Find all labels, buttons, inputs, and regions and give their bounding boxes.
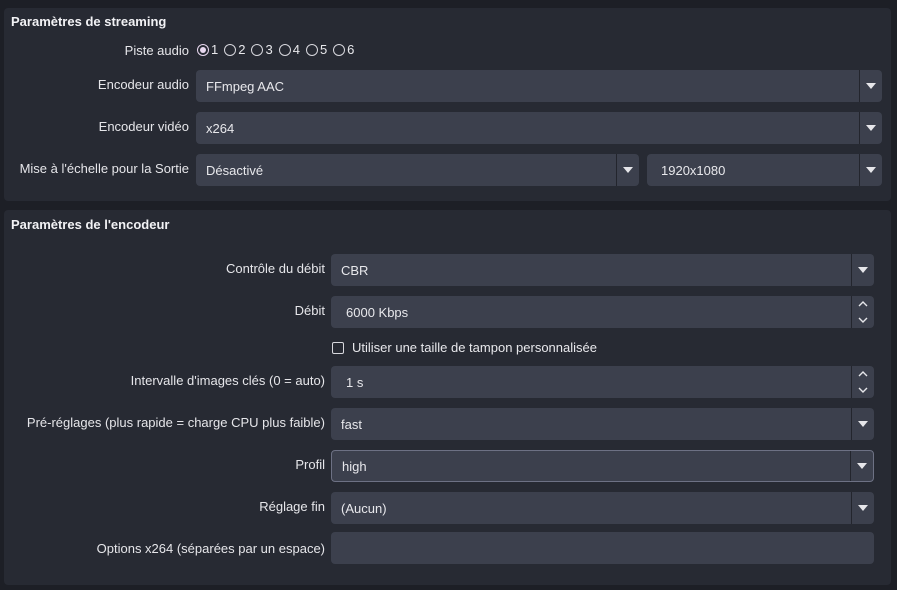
rescale-select[interactable]: Désactivé [196, 154, 639, 186]
audio-track-radio-1[interactable]: 1 [197, 42, 218, 57]
chevron-up-icon[interactable] [852, 366, 874, 382]
radio-unchecked-icon [305, 43, 318, 56]
chevron-down-icon[interactable] [852, 382, 874, 398]
chevron-down-icon[interactable] [852, 312, 874, 328]
preset-value: fast [341, 416, 362, 432]
radio-unchecked-icon [251, 43, 264, 56]
rescale-label: Mise à l'échelle pour la Sortie [19, 161, 189, 176]
bitrate-spinbox[interactable]: 6000 Kbps [331, 296, 874, 328]
chevron-down-icon[interactable] [616, 154, 639, 186]
keyframe-spin-buttons [851, 366, 874, 398]
preset-select[interactable]: fast [331, 408, 874, 440]
checkbox-unchecked-icon[interactable] [332, 341, 344, 354]
chevron-down-icon[interactable] [851, 408, 874, 440]
audio-track-radio-2[interactable]: 2 [224, 42, 245, 57]
rate-control-select[interactable]: CBR [331, 254, 874, 286]
bitrate-spin-buttons [851, 296, 874, 328]
radio-checked-icon [197, 43, 209, 56]
tune-select[interactable]: (Aucun) [331, 492, 874, 524]
x264-options-label: Options x264 (séparées par un espace) [96, 541, 325, 556]
audio-track-radio-4[interactable]: 4 [278, 42, 300, 57]
chevron-up-icon[interactable] [852, 296, 874, 312]
audio-track-radio-6[interactable]: 6 [333, 42, 354, 57]
custom-buffer-checkbox[interactable]: Utiliser une taille de tampon personnali… [332, 340, 597, 355]
resolution-value: 1920x1080 [661, 162, 726, 178]
audio-track-radio-5[interactable]: 5 [305, 42, 327, 57]
x264-options-input[interactable] [331, 532, 874, 564]
audio-encoder-select[interactable]: FFmpeg AAC [196, 70, 882, 102]
bitrate-label: Débit [294, 303, 325, 318]
chevron-down-icon[interactable] [851, 254, 874, 286]
streaming-settings-title: Paramètres de streaming [11, 14, 167, 29]
profile-label: Profil [295, 457, 325, 472]
chevron-down-icon[interactable] [859, 112, 882, 144]
keyframe-interval-label: Intervalle d'images clés (0 = auto) [130, 373, 325, 388]
chevron-down-icon[interactable] [859, 70, 882, 102]
resolution-select[interactable]: 1920x1080 [647, 154, 882, 186]
keyframe-interval-spinbox[interactable]: 1 s [331, 366, 874, 398]
rate-control-value: CBR [341, 262, 369, 278]
audio-track-radio-3[interactable]: 3 [251, 42, 273, 57]
video-encoder-value: x264 [206, 120, 235, 136]
audio-track-label: Piste audio [124, 43, 189, 58]
bitrate-value: 6000 Kbps [346, 304, 409, 320]
video-encoder-label: Encodeur vidéo [98, 119, 189, 134]
chevron-down-icon[interactable] [859, 154, 882, 186]
audio-encoder-label: Encodeur audio [97, 77, 189, 92]
custom-buffer-label: Utiliser une taille de tampon personnali… [352, 340, 597, 355]
radio-unchecked-icon [224, 43, 237, 56]
tune-label: Réglage fin [259, 499, 325, 514]
audio-encoder-value: FFmpeg AAC [206, 78, 285, 94]
encoder-settings-title: Paramètres de l'encodeur [11, 217, 170, 232]
profile-value: high [342, 458, 367, 474]
radio-unchecked-icon [278, 43, 291, 56]
chevron-down-icon[interactable] [850, 451, 873, 481]
video-encoder-select[interactable]: x264 [196, 112, 882, 144]
keyframe-interval-value: 1 s [346, 374, 364, 390]
rescale-value: Désactivé [206, 162, 264, 178]
rate-control-label: Contrôle du débit [225, 261, 325, 276]
profile-select[interactable]: high [331, 450, 874, 482]
audio-track-radio-group: 1 2 3 4 5 6 [197, 42, 360, 57]
chevron-down-icon[interactable] [851, 492, 874, 524]
tune-value: (Aucun) [341, 500, 387, 516]
preset-label: Pré-réglages (plus rapide = charge CPU p… [26, 415, 325, 430]
radio-unchecked-icon [333, 43, 346, 56]
